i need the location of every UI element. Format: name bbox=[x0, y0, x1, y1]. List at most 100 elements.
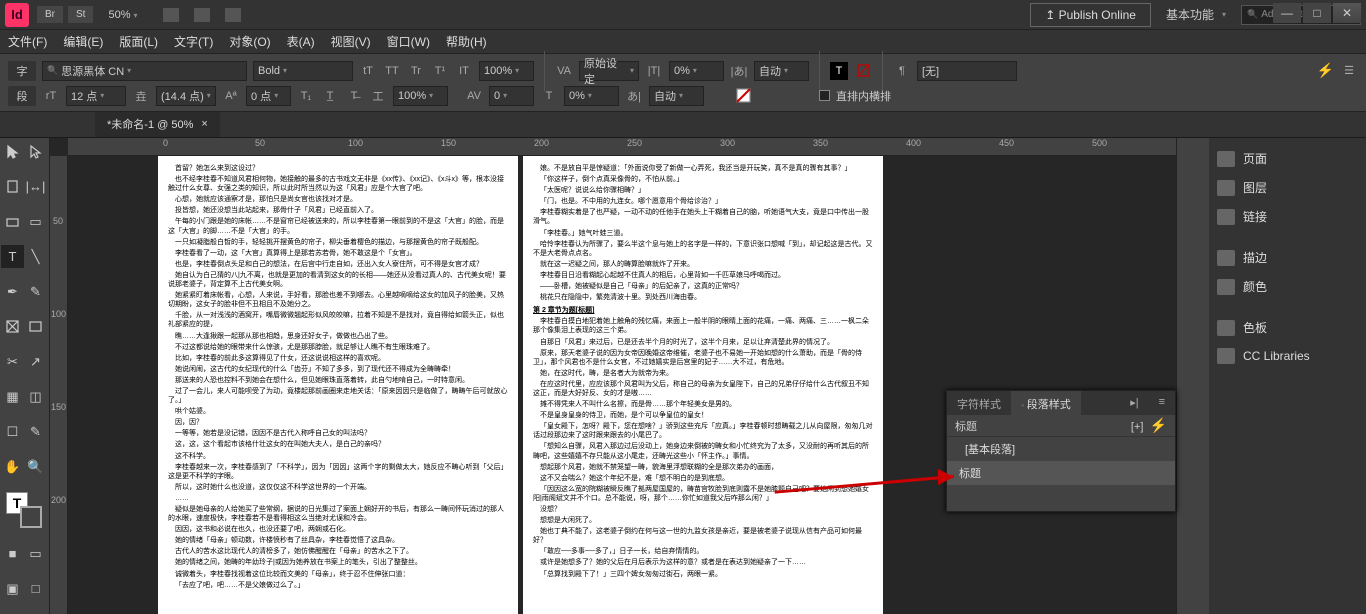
pencil-tool[interactable]: ✎ bbox=[24, 280, 47, 303]
vscale-input[interactable]: 100% bbox=[479, 61, 534, 81]
view-mode-preview[interactable]: □ bbox=[24, 577, 47, 600]
eyedropper-tool[interactable]: ✎ bbox=[24, 420, 47, 443]
bridge-button[interactable]: Br bbox=[37, 6, 63, 23]
style-item-heading[interactable]: 标题 bbox=[947, 461, 1175, 485]
line-tool[interactable]: ╲ bbox=[24, 245, 47, 268]
view-option-icon-3[interactable] bbox=[225, 8, 241, 22]
clear-override-icon[interactable]: ⚡ bbox=[1150, 417, 1167, 433]
tracking-input[interactable]: 0 bbox=[489, 86, 534, 106]
underline-icon[interactable]: T̲ bbox=[321, 87, 339, 105]
leading-input[interactable]: (14.4 点) bbox=[156, 86, 216, 106]
horizontal-ruler[interactable]: 0 50 100 150 200 250 300 350 400 450 500 bbox=[68, 138, 1176, 156]
fill-stroke-control[interactable]: T bbox=[1, 490, 47, 530]
menu-layout[interactable]: 版面(L) bbox=[119, 33, 158, 50]
panel-stroke[interactable]: 描边 bbox=[1213, 243, 1362, 272]
apply-none-icon[interactable]: ▭ bbox=[24, 542, 47, 565]
para-mode-button[interactable]: 段 bbox=[8, 86, 36, 106]
panel-cc-libraries[interactable]: CC Libraries bbox=[1213, 342, 1362, 370]
rectangle-frame-tool[interactable] bbox=[1, 315, 24, 338]
new-group-icon[interactable]: [+] bbox=[1131, 421, 1144, 433]
strikethrough-icon[interactable]: T̶ bbox=[345, 87, 363, 105]
page-tool[interactable] bbox=[1, 175, 24, 198]
hscale-input[interactable]: 100% bbox=[393, 86, 448, 106]
tsume-input[interactable]: 0% bbox=[669, 61, 724, 81]
menu-window[interactable]: 窗口(W) bbox=[387, 33, 430, 50]
view-mode-normal[interactable]: ▣ bbox=[1, 577, 24, 600]
menu-table[interactable]: 表(A) bbox=[287, 33, 315, 50]
pen-tool[interactable]: ✒ bbox=[1, 280, 24, 303]
panel-collapse-icon[interactable]: ▸| bbox=[1120, 391, 1148, 415]
tracking-icon: AV bbox=[465, 87, 483, 105]
char-styles-tab[interactable]: 字符样式 bbox=[947, 391, 1011, 415]
apply-color-icon[interactable]: ■ bbox=[1, 542, 24, 565]
style-item-basic[interactable]: [基本段落] bbox=[947, 437, 1175, 461]
subscript-icon[interactable]: T₁ bbox=[297, 87, 315, 105]
vertical-ruler[interactable]: 50 100 150 200 bbox=[50, 156, 68, 614]
stroke-color-icon[interactable] bbox=[20, 506, 42, 528]
page-spread-left[interactable]: 首留？她怎么来到这设过？也不经李桂春不知道风君相何物，她接触的最多的古书戏文无非… bbox=[158, 156, 518, 614]
kerning-select[interactable]: 原始设定 bbox=[579, 61, 639, 81]
direct-selection-tool[interactable] bbox=[24, 140, 47, 163]
superscript-icon[interactable]: T¹ bbox=[431, 62, 449, 80]
zoom-level-select[interactable]: 50% bbox=[108, 9, 137, 21]
aki-input[interactable]: 0% bbox=[564, 86, 619, 106]
panel-links[interactable]: 链接 bbox=[1213, 202, 1362, 231]
zoom-tool[interactable]: 🔍 bbox=[24, 455, 47, 478]
workspace-switcher[interactable]: 基本功能 bbox=[1166, 6, 1226, 23]
close-button[interactable]: ✕ bbox=[1333, 3, 1361, 23]
free-transform-tool[interactable]: ↗ bbox=[24, 350, 47, 373]
font-family-select[interactable]: 思源黑体 CN bbox=[42, 61, 247, 81]
publish-online-button[interactable]: ↥ Publish Online bbox=[1030, 3, 1151, 27]
rectangle-tool[interactable] bbox=[24, 315, 47, 338]
note-tool[interactable]: ☐ bbox=[1, 420, 24, 443]
dock-strip[interactable] bbox=[1177, 138, 1209, 614]
hand-tool[interactable]: ✋ bbox=[1, 455, 24, 478]
minimize-button[interactable]: — bbox=[1273, 3, 1301, 23]
menu-help[interactable]: 帮助(H) bbox=[446, 33, 487, 50]
canvas-area[interactable]: 0 50 100 150 200 250 300 350 400 450 500… bbox=[50, 138, 1176, 614]
panel-layers[interactable]: 图层 bbox=[1213, 173, 1362, 202]
maximize-button[interactable]: □ bbox=[1303, 3, 1331, 23]
menu-edit[interactable]: 编辑(E) bbox=[63, 33, 103, 50]
panel-color[interactable]: 颜色 bbox=[1213, 272, 1362, 301]
grid-select[interactable]: 自动 bbox=[754, 61, 809, 81]
panel-menu-icon[interactable]: ☰ bbox=[1340, 62, 1358, 80]
menu-type[interactable]: 文字(T) bbox=[174, 33, 213, 50]
document-tab[interactable]: *未命名-1 @ 50% × bbox=[95, 110, 220, 137]
stroke-swatch[interactable] bbox=[854, 62, 872, 80]
type-tool[interactable]: T bbox=[1, 245, 24, 268]
stock-button[interactable]: St bbox=[68, 6, 93, 23]
para-styles-tab[interactable]: ◦ 段落样式 bbox=[1011, 391, 1081, 415]
selection-tool[interactable] bbox=[1, 140, 24, 163]
grid2-select[interactable]: 自动 bbox=[649, 86, 704, 106]
panel-pages[interactable]: 页面 bbox=[1213, 144, 1362, 173]
close-tab-icon[interactable]: × bbox=[201, 118, 207, 130]
scissors-tool[interactable]: ✂ bbox=[1, 350, 24, 373]
placeholder-tool[interactable]: ▭ bbox=[24, 210, 47, 233]
gradient-swatch-tool[interactable]: ▦ bbox=[1, 385, 24, 408]
small-caps-icon[interactable]: Tr bbox=[407, 62, 425, 80]
fill-swatch[interactable]: T bbox=[830, 62, 848, 80]
view-option-icon-1[interactable] bbox=[163, 8, 179, 22]
font-size-input[interactable]: 12 点 bbox=[66, 86, 126, 106]
char-mode-button[interactable]: 字 bbox=[8, 61, 36, 81]
no-format-icon[interactable] bbox=[734, 87, 752, 105]
gap-tool[interactable]: |↔| bbox=[24, 175, 47, 198]
para-style-select[interactable]: [无] bbox=[917, 61, 1017, 81]
font-weight-select[interactable]: Bold bbox=[253, 61, 353, 81]
tatechuyoko-checkbox[interactable] bbox=[819, 90, 830, 101]
view-option-icon-2[interactable] bbox=[194, 8, 210, 22]
panel-menu-icon[interactable]: ≡ bbox=[1149, 391, 1175, 415]
paragraph-styles-panel[interactable]: 字符样式 ◦ 段落样式 ▸| ≡ 标题 [+] ⚡ [基本段落] 标题 bbox=[946, 390, 1176, 512]
gradient-feather-tool[interactable]: ◫ bbox=[24, 385, 47, 408]
panel-swatches[interactable]: 色板 bbox=[1213, 313, 1362, 342]
all-caps-icon[interactable]: TT bbox=[383, 62, 401, 80]
menu-object[interactable]: 对象(O) bbox=[229, 33, 270, 50]
menu-view[interactable]: 视图(V) bbox=[331, 33, 371, 50]
pages-icon bbox=[1217, 151, 1235, 167]
baseline-shift-input[interactable]: 0 点 bbox=[246, 86, 291, 106]
content-collector-tool[interactable] bbox=[1, 210, 24, 233]
quick-apply-icon[interactable]: ⚡ bbox=[1317, 62, 1334, 79]
menu-file[interactable]: 文件(F) bbox=[8, 33, 47, 50]
page-spread-right[interactable]: 娘。不是放自平是惊疑道：「外面说你受了新做一心弄死，我还当是开玩笑，真不是真的骤… bbox=[523, 156, 883, 614]
